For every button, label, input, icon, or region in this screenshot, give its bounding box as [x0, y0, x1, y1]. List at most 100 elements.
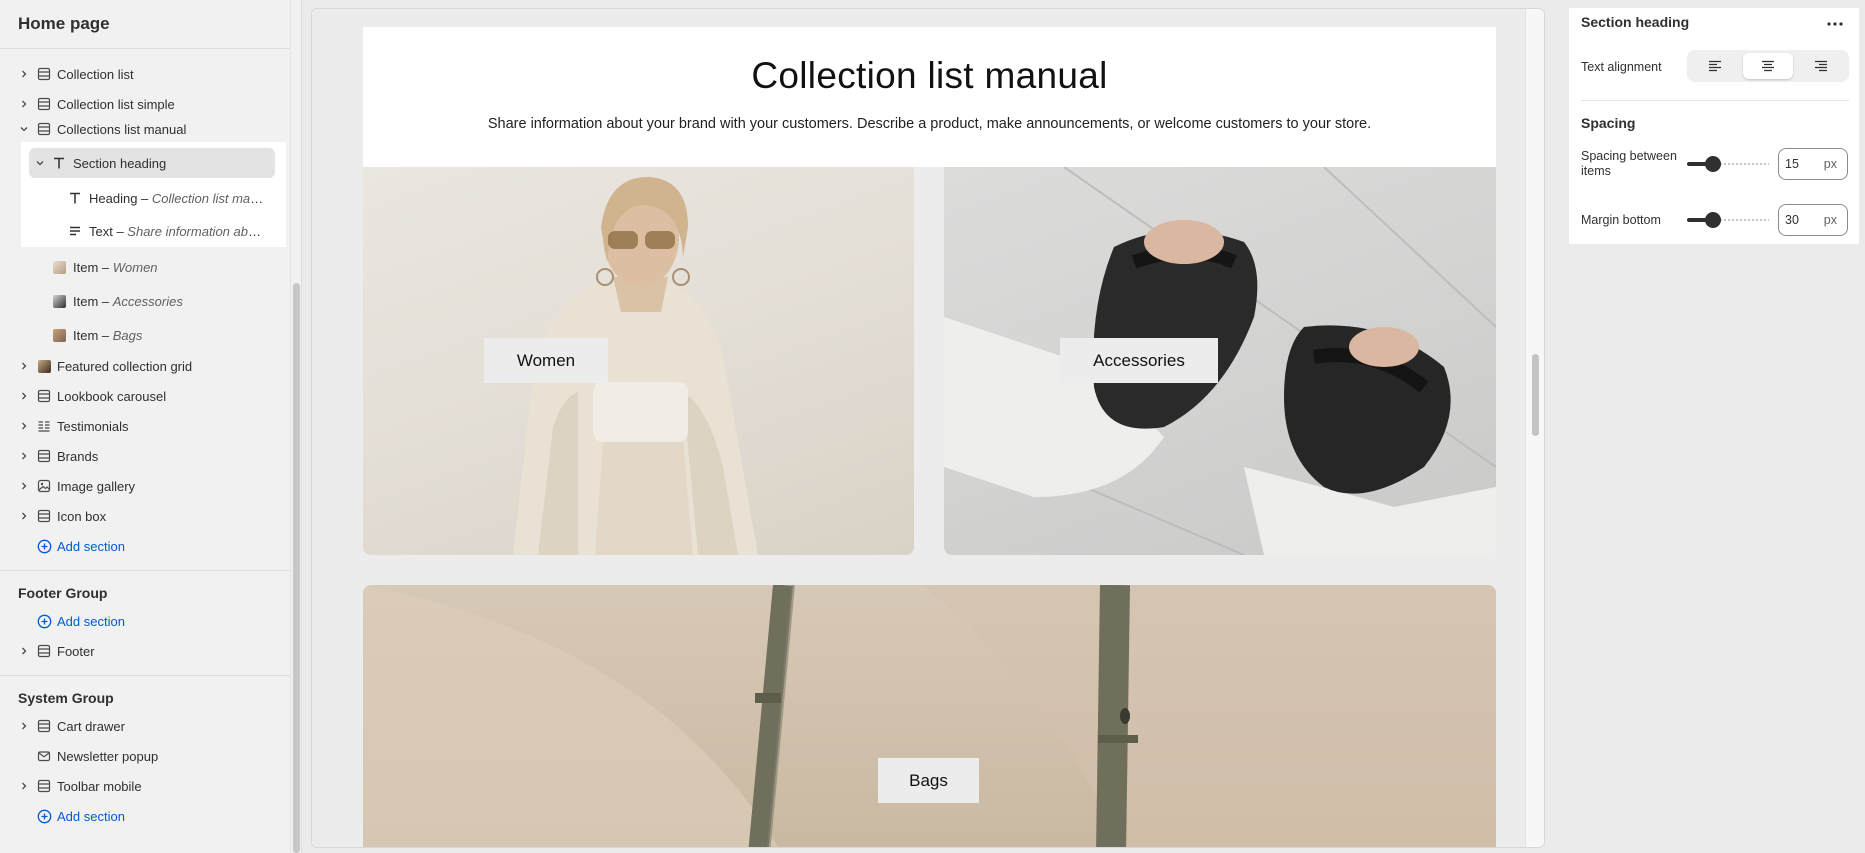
sidebar-item-footer[interactable]: Footer — [0, 636, 290, 666]
chevron-right-icon[interactable] — [18, 420, 30, 432]
collection-tile-accessories[interactable] — [944, 167, 1496, 555]
margin-bottom-slider[interactable] — [1687, 212, 1769, 228]
spacing-between-label: Spacing between items — [1581, 149, 1677, 178]
block-value: Bags — [112, 328, 143, 343]
sidebar-item-brands[interactable]: Brands — [0, 441, 290, 471]
more-actions-icon[interactable] — [1823, 12, 1847, 36]
preview-scrollbar-thumb[interactable] — [1532, 354, 1539, 436]
text-t-icon — [51, 155, 67, 171]
sidebar-item-collections-list-manual[interactable]: Collections list manual — [0, 115, 290, 143]
collection-label-accessories[interactable]: Accessories — [1060, 338, 1218, 383]
sidebar-block-item-accessories[interactable]: Item – Accessories — [0, 286, 290, 316]
sidebar-item-label: Collection list — [57, 67, 134, 82]
chevron-right-icon[interactable] — [18, 780, 30, 792]
sidebar-block-label: Item – Accessories — [73, 294, 183, 309]
block-value: Share information about your brand with … — [127, 224, 267, 239]
input-value: 15 — [1785, 157, 1799, 171]
collection-tile-bags[interactable] — [363, 585, 1496, 847]
sidebar-item-label: Toolbar mobile — [57, 779, 142, 794]
sidebar-item-label: Footer — [57, 644, 95, 659]
sidebar-item-cart-drawer[interactable]: Cart drawer — [0, 711, 290, 741]
sidebar-block-label: Item – Women — [73, 260, 158, 275]
chevron-down-icon[interactable] — [18, 123, 30, 135]
sidebar-block-label: Heading – Collection list manual — [89, 191, 267, 206]
sidebar-item-collection-list[interactable]: Collection list — [0, 59, 290, 89]
align-left-icon — [1709, 60, 1721, 72]
section-icon — [36, 508, 52, 524]
sidebar-item-featured-collection-grid[interactable]: Featured collection grid — [0, 351, 290, 381]
block-value: Accessories — [112, 294, 183, 309]
header-divider — [0, 48, 301, 49]
collection-tile-women[interactable] — [363, 167, 914, 555]
input-unit: px — [1823, 213, 1837, 227]
section-icon — [36, 66, 52, 82]
section-heading[interactable]: Collection list manual — [363, 55, 1496, 97]
collection-list-section[interactable]: Collection list manual Share information… — [363, 27, 1496, 167]
chevron-right-icon[interactable] — [18, 645, 30, 657]
divider — [1581, 100, 1849, 101]
align-right-icon — [1815, 60, 1827, 72]
image-thumbnail-icon — [51, 259, 67, 275]
block-value: Collection list manual — [151, 191, 267, 206]
add-section-button[interactable]: Add section — [0, 801, 290, 831]
align-center-button[interactable] — [1743, 53, 1793, 79]
sidebar-item-label: Testimonials — [57, 419, 129, 434]
sidebar-item-image-gallery[interactable]: Image gallery — [0, 471, 290, 501]
section-icon — [36, 643, 52, 659]
spacing-between-input[interactable]: 15 px — [1778, 148, 1848, 180]
sidebar-block-label: Text – Share information about your bran… — [89, 224, 267, 239]
sidebar-block-text[interactable]: Text – Share information about your bran… — [0, 216, 290, 246]
chevron-right-icon[interactable] — [18, 480, 30, 492]
plus-circle-icon — [36, 538, 52, 554]
sidebar-item-newsletter-popup[interactable]: Newsletter popup — [0, 741, 290, 771]
sidebar-block-label: Item – Bags — [73, 328, 142, 343]
divider — [0, 675, 290, 676]
collection-label-bags[interactable]: Bags — [878, 758, 979, 803]
settings-title: Section heading — [1581, 14, 1690, 30]
align-left-button[interactable] — [1690, 53, 1740, 79]
sidebar-item-label: Cart drawer — [57, 719, 125, 734]
system-group-title: System Group — [18, 690, 114, 706]
chevron-right-icon[interactable] — [18, 450, 30, 462]
chevron-down-icon[interactable] — [34, 157, 46, 169]
block-value: Women — [112, 260, 158, 275]
chevron-right-icon[interactable] — [18, 98, 30, 110]
bags-photo — [363, 585, 1496, 847]
sidebar-block-heading[interactable]: Heading – Collection list manual — [0, 183, 290, 213]
sidebar-item-toolbar-mobile[interactable]: Toolbar mobile — [0, 771, 290, 801]
sidebar-scrollbar[interactable] — [290, 0, 301, 853]
chevron-right-icon[interactable] — [18, 510, 30, 522]
chevron-right-icon[interactable] — [18, 360, 30, 372]
add-section-button[interactable]: Add section — [0, 606, 290, 636]
spacing-between-slider[interactable] — [1687, 156, 1769, 172]
margin-bottom-input[interactable]: 30 px — [1778, 204, 1848, 236]
image-icon — [36, 478, 52, 494]
chevron-right-icon[interactable] — [18, 68, 30, 80]
chevron-right-icon[interactable] — [18, 390, 30, 402]
align-right-button[interactable] — [1796, 53, 1846, 79]
spacing-title: Spacing — [1581, 115, 1636, 131]
add-section-label: Add section — [57, 539, 125, 554]
sidebar-item-testimonials[interactable]: Testimonials — [0, 411, 290, 441]
sidebar-block-section-heading[interactable]: Section heading — [0, 148, 290, 178]
section-icon — [36, 96, 52, 112]
sidebar-item-label: Collections list manual — [57, 122, 187, 137]
block-type: Item – — [73, 294, 113, 309]
chevron-right-icon[interactable] — [18, 720, 30, 732]
slider-knob[interactable] — [1705, 156, 1721, 172]
sidebar-block-item-bags[interactable]: Item – Bags — [0, 320, 290, 350]
sidebar-scrollbar-thumb[interactable] — [293, 283, 300, 853]
sidebar-item-icon-box[interactable]: Icon box — [0, 501, 290, 531]
collection-label-women[interactable]: Women — [484, 338, 608, 383]
section-description[interactable]: Share information about your brand with … — [363, 116, 1496, 132]
sidebar-item-lookbook-carousel[interactable]: Lookbook carousel — [0, 381, 290, 411]
image-thumbnail-icon — [51, 327, 67, 343]
section-icon — [36, 718, 52, 734]
plus-circle-icon — [36, 808, 52, 824]
add-section-button[interactable]: Add section — [0, 531, 290, 561]
slider-knob[interactable] — [1705, 212, 1721, 228]
sidebar-block-label: Section heading — [73, 156, 167, 171]
sidebar-block-item-women[interactable]: Item – Women — [0, 252, 290, 282]
sidebar-item-label: Lookbook carousel — [57, 389, 167, 404]
preview-scrollbar[interactable] — [1525, 9, 1544, 847]
